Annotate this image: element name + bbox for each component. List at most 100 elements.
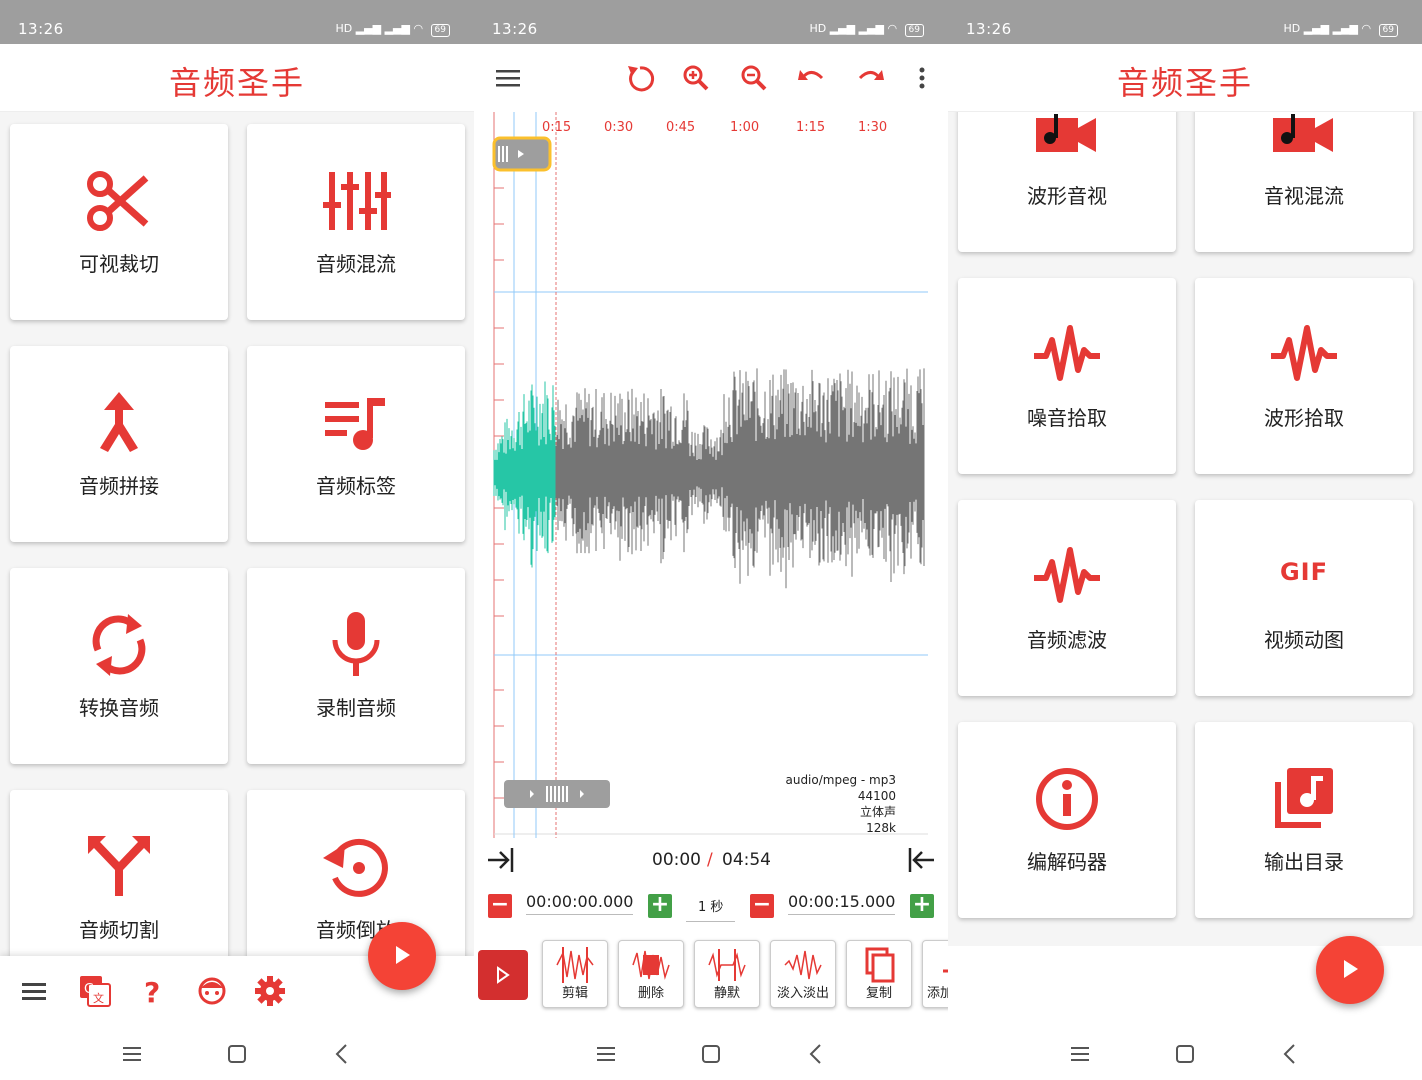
card-waveform-capture[interactable]: 波形拾取 — [1195, 278, 1413, 474]
silence-button[interactable]: 静默 — [694, 940, 760, 1008]
copy-icon — [865, 947, 895, 983]
end-increase-button[interactable]: + — [910, 894, 934, 918]
recents-icon[interactable] — [592, 1040, 620, 1068]
play-fab-button[interactable] — [1316, 936, 1384, 1004]
card-video-gif[interactable]: GIF 视频动图 — [1195, 500, 1413, 696]
timeline-tick: 0:45 — [666, 120, 696, 135]
scroll-handle[interactable] — [504, 780, 610, 808]
delete-button[interactable]: 删除 — [618, 940, 684, 1008]
redo-icon[interactable] — [854, 62, 886, 94]
end-time-field[interactable]: 00:00:15.000 — [788, 892, 896, 915]
play-fab-button[interactable] — [368, 922, 436, 990]
battery-level: 69 — [1378, 24, 1398, 37]
time-separator: / — [707, 850, 713, 870]
undo-icon[interactable] — [796, 62, 828, 94]
home-icon[interactable] — [697, 1040, 725, 1068]
system-nav-bar — [0, 1026, 474, 1080]
card-noise-capture[interactable]: 噪音拾取 — [958, 278, 1176, 474]
info-bitrate: 128k — [866, 821, 896, 835]
svg-text:文: 文 — [93, 991, 104, 1005]
start-decrease-button[interactable]: − — [488, 894, 512, 918]
status-bar: 13:26 HD ▂▄▆ ▂▄▆ ◠ 69 — [0, 0, 474, 44]
recents-icon[interactable] — [1066, 1040, 1094, 1068]
card-visual-trim[interactable]: 可视裁切 — [10, 124, 228, 320]
more-options-icon[interactable] — [906, 62, 938, 94]
zoom-out-icon[interactable] — [738, 62, 770, 94]
back-icon[interactable] — [802, 1040, 830, 1068]
waveform-icon — [1034, 547, 1100, 603]
recents-icon[interactable] — [118, 1040, 146, 1068]
trim-button[interactable]: 剪辑 — [542, 940, 608, 1008]
settings-icon[interactable] — [253, 974, 287, 1008]
delete-wave-icon — [632, 950, 670, 980]
menu-icon[interactable] — [492, 62, 524, 94]
screen-editor: 13:26 HD ▂▄▆ ▂▄▆ ◠ 69 0:15 0:30 0:45 1:0… — [474, 0, 948, 1080]
step-field[interactable]: 1 秒 — [686, 896, 736, 922]
card-av-mix[interactable]: 音视混流 — [1195, 112, 1413, 252]
card-label: 输出目录 — [1264, 850, 1344, 874]
home-icon[interactable] — [223, 1040, 251, 1068]
waveform-view[interactable] — [474, 112, 948, 838]
menu-icon[interactable] — [18, 974, 52, 1008]
card-record-audio[interactable]: 录制音频 — [247, 568, 465, 764]
screen-home-scrolled: 13:26 HD ▂▄▆ ▂▄▆ ◠ 69 波形音视 音视混流 噪音拾取 波形拾… — [948, 0, 1422, 1080]
end-decrease-button[interactable]: − — [750, 894, 774, 918]
action-label: 剪辑 — [561, 986, 588, 1001]
info-icon — [1036, 768, 1098, 830]
zoom-in-icon[interactable] — [680, 62, 712, 94]
home-icon[interactable] — [1171, 1040, 1199, 1068]
card-audio-join[interactable]: 音频拼接 — [10, 346, 228, 542]
mixer-sliders-icon — [323, 172, 391, 230]
battery-level: 69 — [430, 24, 450, 37]
jump-to-end-icon[interactable] — [906, 846, 936, 874]
info-sample-rate: 44100 — [857, 789, 896, 803]
music-list-icon — [325, 398, 385, 450]
card-audio-cut[interactable]: 音频切割 — [10, 790, 228, 972]
status-icons: HD ▂▄▆ ▂▄▆ ◠ 69 — [809, 22, 924, 37]
svg-text:?: ? — [144, 976, 160, 1008]
waveform-selected — [493, 381, 556, 568]
card-output-folder[interactable]: 输出目录 — [1195, 722, 1413, 918]
card-label: 波形拾取 — [1264, 406, 1344, 430]
waveform-gray — [555, 368, 925, 589]
translate-icon[interactable]: G 文 — [78, 974, 112, 1008]
card-audio-filter[interactable]: 音频滤波 — [958, 500, 1176, 696]
signal-label: HD — [335, 22, 353, 35]
card-label: 录制音频 — [316, 696, 396, 720]
card-label: 噪音拾取 — [1027, 406, 1107, 430]
action-label: 淡入淡出 — [776, 986, 829, 1001]
start-increase-button[interactable]: + — [648, 894, 672, 918]
waveform-icon — [1271, 325, 1337, 381]
add-button[interactable]: 添加 — [922, 940, 948, 1008]
app-bar: 音频圣手 — [948, 44, 1422, 112]
start-time-field[interactable]: 00:00:00.000 — [526, 892, 634, 915]
card-codec[interactable]: 编解码器 — [958, 722, 1176, 918]
silence-wave-icon — [708, 949, 746, 981]
jump-to-start-icon[interactable] — [486, 846, 516, 874]
help-icon[interactable]: ? — [136, 974, 170, 1008]
card-label: 可视裁切 — [79, 252, 159, 276]
card-label: 音频切割 — [79, 918, 159, 942]
fade-button[interactable]: 淡入淡出 — [770, 940, 836, 1008]
merge-arrow-icon — [100, 392, 138, 452]
card-audio-tag[interactable]: 音频标签 — [247, 346, 465, 542]
signal-label: HD — [809, 22, 827, 35]
back-icon[interactable] — [328, 1040, 356, 1068]
play-button[interactable] — [478, 950, 528, 1000]
reload-icon[interactable] — [624, 62, 656, 94]
card-label: 音频拼接 — [79, 474, 159, 498]
card-convert-audio[interactable]: 转换音频 — [10, 568, 228, 764]
audio-info: audio/mpeg - mp3 44100 立体声 128k — [785, 772, 896, 836]
card-audio-mix[interactable]: 音频混流 — [247, 124, 465, 320]
reverse-icon — [323, 838, 388, 897]
card-waveform-video[interactable]: 波形音视 — [958, 112, 1176, 252]
card-label: 音频混流 — [316, 252, 396, 276]
copy-button[interactable]: 复制 — [846, 940, 912, 1008]
screen-home: 13:26 HD ▂▄▆ ▂▄▆ ◠ 69 音频圣手 可视裁切 音频混流 音频拼… — [0, 0, 474, 1080]
timeline-tick: 1:15 — [796, 120, 826, 135]
back-icon[interactable] — [1276, 1040, 1304, 1068]
timeline-tick: 1:30 — [858, 120, 888, 135]
total-time: 04:54 — [722, 850, 771, 870]
face-icon[interactable] — [195, 974, 229, 1008]
feature-grid: 波形音视 音视混流 噪音拾取 波形拾取 音频滤波 GIF 视频动图 编解码器 输… — [948, 112, 1422, 1026]
